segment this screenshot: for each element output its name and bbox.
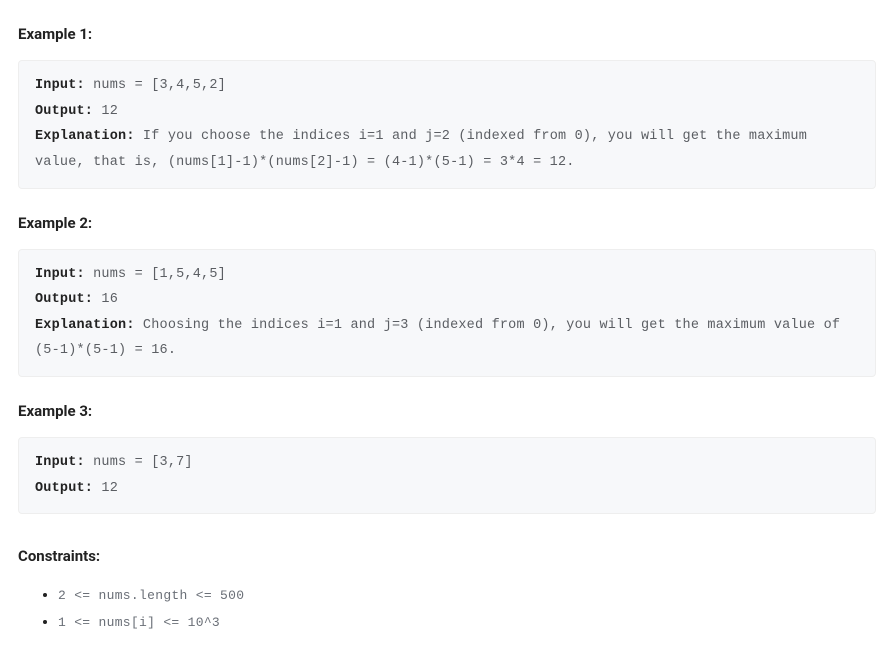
output-value: 12 [93,481,118,496]
explanation-value: Choosing the indices i=1 and j=3 (indexe… [35,318,849,359]
example-heading: Example 1: [18,22,876,46]
constraint-text: 2 <= nums.length <= 500 [58,588,244,603]
input-label: Input: [35,78,85,93]
constraint-item: 2 <= nums.length <= 500 [58,584,876,607]
example-code-block: Input: nums = [3,7] Output: 12 [18,437,876,514]
explanation-label: Explanation: [35,129,135,144]
output-label: Output: [35,481,93,496]
constraint-item: 1 <= nums[i] <= 10^3 [58,611,876,634]
output-label: Output: [35,292,93,307]
constraint-text: 1 <= nums[i] <= 10^3 [58,615,220,630]
example-heading: Example 2: [18,211,876,235]
input-label: Input: [35,455,85,470]
input-value: nums = [1,5,4,5] [85,267,226,282]
input-label: Input: [35,267,85,282]
example-code-block: Input: nums = [1,5,4,5] Output: 16 Expla… [18,249,876,378]
output-value: 16 [93,292,118,307]
output-label: Output: [35,104,93,119]
constraints-heading: Constraints: [18,544,876,568]
input-value: nums = [3,7] [85,455,193,470]
example-heading: Example 3: [18,399,876,423]
explanation-label: Explanation: [35,318,135,333]
input-value: nums = [3,4,5,2] [85,78,226,93]
output-value: 12 [93,104,118,119]
constraints-list: 2 <= nums.length <= 500 1 <= nums[i] <= … [18,584,876,634]
example-code-block: Input: nums = [3,4,5,2] Output: 12 Expla… [18,60,876,189]
explanation-value: If you choose the indices i=1 and j=2 (i… [35,129,815,170]
